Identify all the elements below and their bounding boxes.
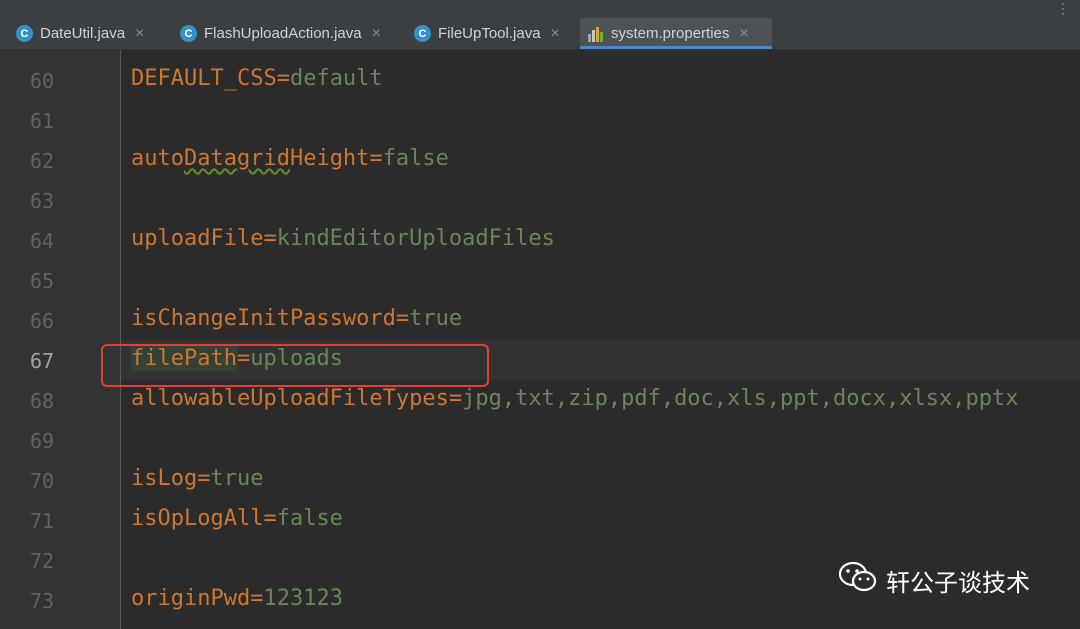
line-number-gutter: 60 61 62 63 64 65 66 67 68 69 70 71 72 7… <box>0 50 121 629</box>
equals-sign: = <box>197 466 211 491</box>
close-icon[interactable]: × <box>739 25 748 43</box>
line-number: 65 <box>30 269 55 293</box>
typo-warning-word: Datagrid <box>183 146 290 171</box>
property-key: originPwd <box>131 586 251 611</box>
line-number: 61 <box>30 109 55 133</box>
properties-file-icon <box>586 25 604 43</box>
equals-sign: = <box>263 226 277 251</box>
watermark-text: 轩公子谈技术 <box>886 568 1030 597</box>
property-value: false <box>276 506 343 531</box>
property-key: DEFAULT_CSS <box>131 66 277 91</box>
tab-system-properties[interactable]: system.properties × <box>580 18 772 49</box>
active-tab-indicator <box>580 46 772 49</box>
line-number: 69 <box>30 429 55 453</box>
java-class-icon: C <box>16 25 33 42</box>
line-number: 68 <box>30 389 55 413</box>
tab-label: FlashUploadAction.java <box>204 25 362 42</box>
property-key-part: Height <box>289 146 370 171</box>
close-icon[interactable]: × <box>372 25 381 43</box>
code-line[interactable]: isChangeInitPassword=true <box>131 306 462 331</box>
property-value: kindEditorUploadFiles <box>276 226 555 251</box>
line-number: 73 <box>30 589 55 613</box>
code-line[interactable]: originPwd=123123 <box>131 586 343 611</box>
property-key: isChangeInitPassword <box>131 306 396 331</box>
java-class-icon: C <box>414 25 431 42</box>
code-line[interactable]: isLog=true <box>131 466 263 491</box>
tab-label: system.properties <box>611 25 730 42</box>
equals-sign: = <box>276 66 290 91</box>
code-line[interactable]: allowableUploadFileTypes=jpg,txt,zip,pdf… <box>131 386 1018 411</box>
property-value: 123123 <box>263 586 343 611</box>
line-number: 72 <box>30 549 55 573</box>
line-number: 60 <box>30 69 55 93</box>
equals-sign: = <box>395 306 410 331</box>
equals-sign: = <box>448 386 463 411</box>
property-value: true <box>409 306 463 331</box>
watermark: 轩公子谈技术 <box>838 560 1030 600</box>
highlight-annotation-box <box>101 344 489 387</box>
property-key: isLog <box>131 466 198 491</box>
line-number: 64 <box>30 229 55 253</box>
editor-tab-bar: C DateUtil.java × C FlashUploadAction.ja… <box>0 0 1080 50</box>
code-line[interactable]: uploadFile=kindEditorUploadFiles <box>131 226 555 251</box>
code-line[interactable]: DEFAULT_CSS=default <box>131 66 383 91</box>
line-number: 63 <box>30 189 55 213</box>
line-number: 70 <box>30 469 55 493</box>
property-key: uploadFile <box>131 226 264 251</box>
code-line[interactable]: isOpLogAll=false <box>131 506 343 531</box>
tab-dateutil[interactable]: C DateUtil.java × <box>10 18 170 49</box>
tab-fileuptool[interactable]: C FileUpTool.java × <box>408 18 576 49</box>
tab-label: DateUtil.java <box>40 25 126 42</box>
code-line[interactable]: autoDatagridHeight=false <box>131 146 449 171</box>
property-key: allowableUploadFileTypes <box>131 386 449 411</box>
wechat-icon <box>838 560 878 600</box>
property-value: true <box>210 466 264 491</box>
property-value: default <box>289 66 383 91</box>
tab-flashuploadaction[interactable]: C FlashUploadAction.java × <box>174 18 404 49</box>
line-number: 62 <box>30 149 55 173</box>
line-number: 71 <box>30 509 55 533</box>
property-value: jpg,txt,zip,pdf,doc,xls,ppt,docx,xlsx,pp… <box>462 386 1019 411</box>
java-class-icon: C <box>180 25 197 42</box>
close-icon[interactable]: × <box>135 25 144 43</box>
close-icon[interactable]: × <box>551 25 560 43</box>
property-value: false <box>382 146 449 171</box>
equals-sign: = <box>369 146 383 171</box>
tab-label: FileUpTool.java <box>438 25 541 42</box>
property-key: isOpLogAll <box>131 506 264 531</box>
more-tabs-icon[interactable]: ⋮ <box>1056 0 1070 17</box>
equals-sign: = <box>250 586 264 611</box>
property-key-part: auto <box>131 146 184 171</box>
line-number: 66 <box>30 309 55 333</box>
line-number-current: 67 <box>30 349 55 373</box>
equals-sign: = <box>263 506 277 531</box>
